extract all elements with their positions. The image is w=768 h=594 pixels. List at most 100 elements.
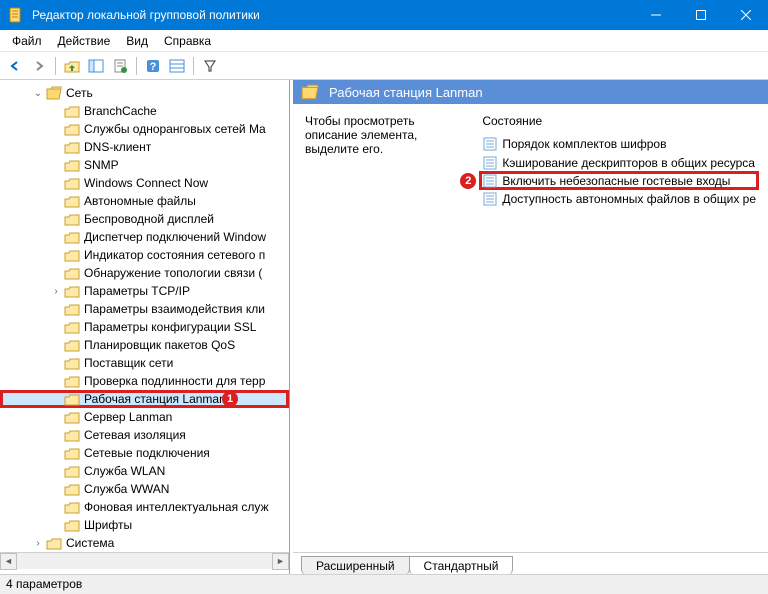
toolbar-separator	[136, 57, 137, 75]
tree-node[interactable]: Фоновая интеллектуальная служ	[0, 498, 289, 516]
scroll-left-button[interactable]: ◄	[0, 553, 17, 570]
column-header-state[interactable]: Состояние	[482, 114, 756, 128]
tree-node[interactable]: Службы одноранговых сетей Ma	[0, 120, 289, 138]
tree-node[interactable]: Служба WLAN	[0, 462, 289, 480]
status-text: 4 параметров	[6, 577, 82, 591]
setting-item[interactable]: Доступность автономных файлов в общих ре	[482, 189, 756, 208]
tree-label: Беспроводной дисплей	[84, 212, 214, 226]
setting-item[interactable]: Порядок комплектов шифров	[482, 134, 756, 153]
back-button[interactable]	[4, 55, 26, 77]
tree-label: DNS-клиент	[84, 140, 151, 154]
description-text: Чтобы просмотреть описание элемента, выд…	[305, 114, 462, 156]
tree-node[interactable]: Автономные файлы	[0, 192, 289, 210]
folder-icon	[64, 302, 80, 316]
tree-node[interactable]: Беспроводной дисплей	[0, 210, 289, 228]
folder-icon	[64, 410, 80, 424]
tree-label: Служба WWAN	[84, 482, 169, 496]
folder-icon	[64, 158, 80, 172]
tree-node[interactable]: Параметры взаимодействия кли	[0, 300, 289, 318]
tree-node[interactable]: Рабочая станция Lanman1	[0, 390, 289, 408]
tree-label: BranchCache	[84, 104, 157, 118]
tree-label: Параметры конфигурации SSL	[84, 320, 256, 334]
tree-node[interactable]: Обнаружение топологии связи (	[0, 264, 289, 282]
tree-node[interactable]: Диспетчер подключений Window	[0, 228, 289, 246]
folder-open-icon	[301, 84, 319, 100]
statusbar: 4 параметров	[0, 574, 768, 594]
folder-icon	[64, 320, 80, 334]
tree-label: Рабочая станция Lanman	[84, 392, 226, 406]
properties-button[interactable]	[109, 55, 131, 77]
menu-file[interactable]: Файл	[4, 32, 50, 50]
tree-node[interactable]: Проверка подлинности для терр	[0, 372, 289, 390]
up-folder-button[interactable]	[61, 55, 83, 77]
tree-pane[interactable]: ⌄ Сеть BranchCache Службы одноранговых се…	[0, 80, 290, 574]
svg-text:?: ?	[150, 61, 157, 73]
view-tabs: Расширенный Стандартный	[293, 552, 768, 574]
tree-node-system[interactable]: › Система	[0, 534, 289, 552]
minimize-button[interactable]	[633, 0, 678, 30]
folder-icon	[64, 122, 80, 136]
app-icon	[8, 7, 24, 23]
content-area: ⌄ Сеть BranchCache Службы одноранговых се…	[0, 80, 768, 574]
tab-extended[interactable]: Расширенный	[301, 556, 410, 574]
tree-label: Диспетчер подключений Window	[84, 230, 266, 244]
details-header: Рабочая станция Lanman	[293, 80, 768, 104]
folder-icon	[64, 500, 80, 514]
tree-node[interactable]: SNMP	[0, 156, 289, 174]
details-pane: Рабочая станция Lanman Чтобы просмотреть…	[290, 80, 768, 574]
folder-open-icon	[46, 86, 62, 100]
toolbar-separator	[193, 57, 194, 75]
tree-node[interactable]: BranchCache	[0, 102, 289, 120]
scroll-right-button[interactable]: ►	[272, 553, 289, 570]
tree-node[interactable]: › Параметры TCP/IP	[0, 282, 289, 300]
tree-node[interactable]: DNS-клиент	[0, 138, 289, 156]
setting-label: Порядок комплектов шифров	[502, 137, 666, 151]
folder-icon	[64, 338, 80, 352]
annotation-badge-1: 1	[222, 391, 238, 407]
tree-label: Служба WLAN	[84, 464, 165, 478]
tree-label: Фоновая интеллектуальная служ	[84, 500, 269, 514]
horizontal-scrollbar[interactable]: ◄ ►	[0, 552, 289, 569]
collapse-icon[interactable]: ⌄	[32, 88, 44, 99]
tree-label: Проверка подлинности для терр	[84, 374, 265, 388]
forward-button[interactable]	[28, 55, 50, 77]
menu-action[interactable]: Действие	[50, 32, 119, 50]
setting-item[interactable]: 2Включить небезопасные гостевые входы	[479, 171, 759, 190]
policy-icon	[482, 191, 498, 207]
tree-node[interactable]: Поставщик сети	[0, 354, 289, 372]
toolbar: ?	[0, 52, 768, 80]
tree-node[interactable]: Служба WWAN	[0, 480, 289, 498]
tree-node[interactable]: Сервер Lanman	[0, 408, 289, 426]
folder-icon	[64, 392, 80, 406]
expand-icon[interactable]: ›	[32, 538, 44, 549]
tree-node[interactable]: Шрифты	[0, 516, 289, 534]
tree-node[interactable]: Планировщик пакетов QoS	[0, 336, 289, 354]
list-button[interactable]	[166, 55, 188, 77]
tree-node[interactable]: Сетевая изоляция	[0, 426, 289, 444]
close-button[interactable]	[723, 0, 768, 30]
tree-label: Параметры TCP/IP	[84, 284, 190, 298]
tree-node[interactable]: Сетевые подключения	[0, 444, 289, 462]
tree-label: Система	[66, 536, 114, 550]
tab-standard[interactable]: Стандартный	[409, 556, 514, 574]
tree-node-network[interactable]: ⌄ Сеть	[0, 84, 289, 102]
tree-node[interactable]: Параметры конфигурации SSL	[0, 318, 289, 336]
window-title: Редактор локальной групповой политики	[32, 8, 633, 22]
setting-item[interactable]: Кэширование дескрипторов в общих ресурса	[482, 153, 756, 172]
folder-icon	[64, 356, 80, 370]
folder-icon	[64, 374, 80, 388]
help-button[interactable]: ?	[142, 55, 164, 77]
tree-node[interactable]: Индикатор состояния сетевого п	[0, 246, 289, 264]
filter-button[interactable]	[199, 55, 221, 77]
titlebar: Редактор локальной групповой политики	[0, 0, 768, 30]
policy-icon	[482, 155, 498, 171]
tree-label: Службы одноранговых сетей Ma	[84, 122, 266, 136]
folder-icon	[64, 104, 80, 118]
menu-view[interactable]: Вид	[118, 32, 156, 50]
menu-help[interactable]: Справка	[156, 32, 219, 50]
show-tree-button[interactable]	[85, 55, 107, 77]
expand-icon[interactable]: ›	[50, 286, 62, 297]
folder-icon	[64, 176, 80, 190]
maximize-button[interactable]	[678, 0, 723, 30]
tree-node[interactable]: Windows Connect Now	[0, 174, 289, 192]
